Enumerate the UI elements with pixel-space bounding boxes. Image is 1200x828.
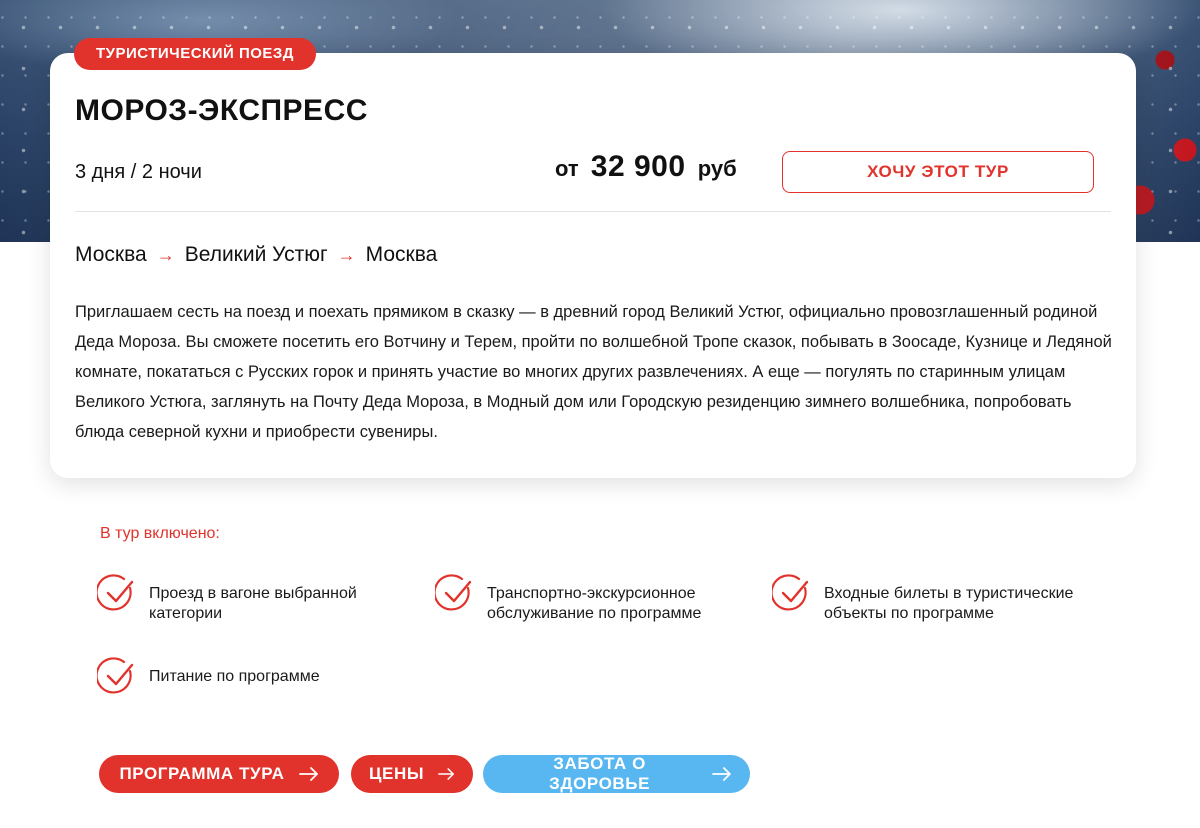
tour-title: МОРОЗ-ЭКСПРЕСС — [75, 94, 368, 127]
tour-program-button-label: ПРОГРАММА ТУРА — [119, 764, 285, 783]
tour-page: ТУРИСТИЧЕСКИЙ ПОЕЗД МОРОЗ-ЭКСПРЕСС 3 дня… — [0, 0, 1200, 828]
tour-price: от 32 900 руб — [555, 150, 737, 184]
included-item-label: Транспортно-экскурсионное обслуживание п… — [487, 585, 702, 622]
price-currency: руб — [697, 156, 737, 181]
arrow-right-icon — [712, 767, 731, 781]
price-amount: 32 900 — [590, 150, 686, 183]
prices-button[interactable]: ЦЕНЫ — [351, 755, 473, 793]
tour-route: Москва → Великий Устюг → Москва — [75, 243, 437, 267]
check-circle-icon — [772, 574, 809, 611]
check-circle-icon — [435, 574, 472, 611]
included-item: Транспортно-экскурсионное обслуживание п… — [435, 574, 755, 624]
included-item-label: Питание по программе — [149, 668, 320, 685]
route-arrow-icon: → — [156, 244, 175, 265]
included-item-label: Входные билеты в туристические объекты п… — [824, 585, 1074, 622]
included-item: Питание по программе — [97, 657, 417, 697]
health-care-button[interactable]: ЗАБОТА О ЗДОРОВЬЕ — [483, 754, 750, 793]
arrow-right-icon — [298, 767, 318, 781]
want-this-tour-button[interactable]: ХОЧУ ЭТОТ ТУР — [782, 151, 1094, 193]
card-divider — [75, 211, 1111, 212]
check-circle-icon — [97, 657, 134, 694]
route-stop: Москва — [365, 243, 438, 266]
included-item-label: Проезд в вагоне выбранной категории — [149, 585, 357, 622]
route-stop: Великий Устюг — [184, 243, 328, 266]
included-item: Входные билеты в туристические объекты п… — [772, 574, 1092, 624]
arrow-right-icon — [438, 768, 455, 780]
health-care-button-label: ЗАБОТА О ЗДОРОВЬЕ — [549, 754, 651, 793]
tour-program-button[interactable]: ПРОГРАММА ТУРА — [99, 755, 339, 793]
check-circle-icon — [97, 574, 134, 611]
price-prefix: от — [555, 156, 579, 181]
tour-duration: 3 дня / 2 ночи — [75, 161, 202, 183]
tour-description: Приглашаем сесть на поезд и поехать прям… — [75, 303, 1112, 441]
included-item: Проезд в вагоне выбранной категории — [97, 574, 417, 624]
route-arrow-icon: → — [337, 244, 356, 265]
included-heading: В тур включено: — [100, 525, 220, 542]
tour-type-badge: ТУРИСТИЧЕСКИЙ ПОЕЗД — [74, 38, 316, 70]
prices-button-label: ЦЕНЫ — [369, 764, 425, 783]
route-stop: Москва — [75, 243, 147, 266]
